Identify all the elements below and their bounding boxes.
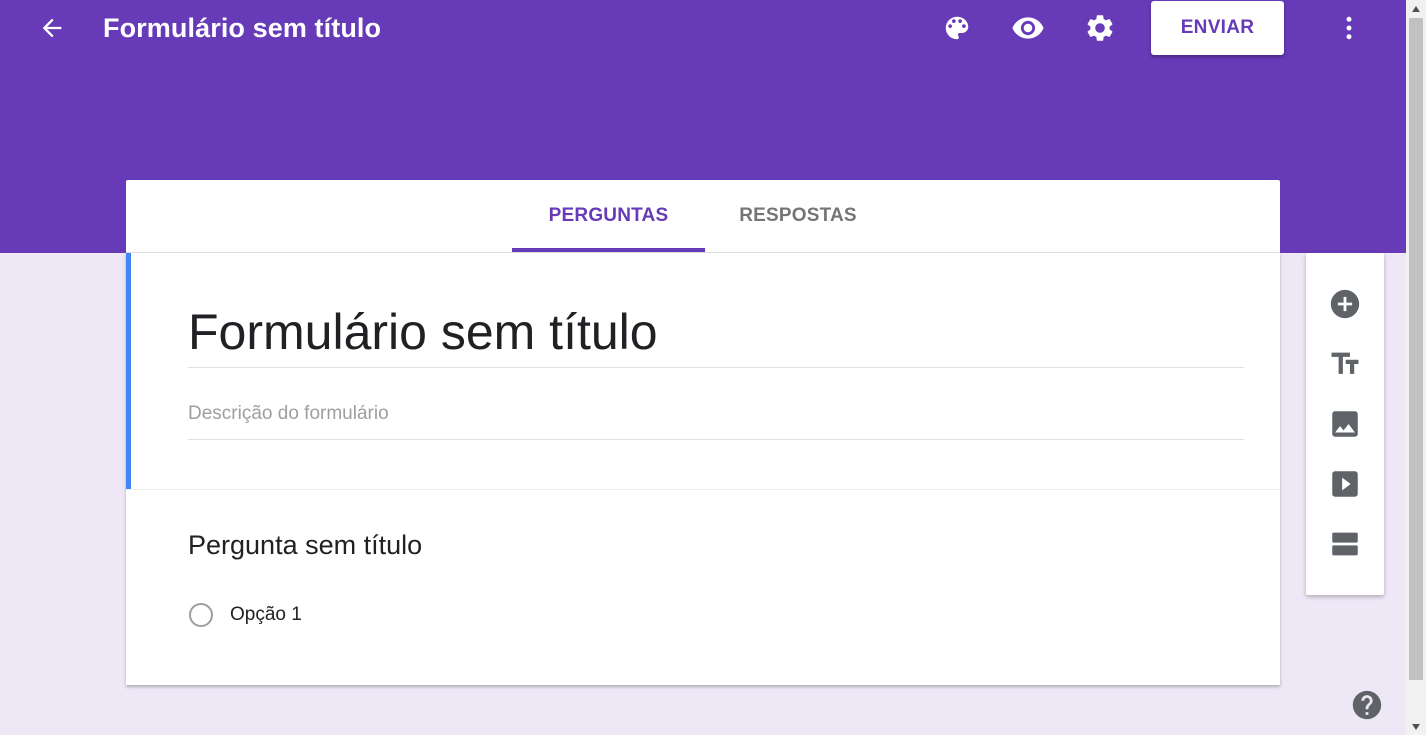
add-question-button[interactable] — [1326, 285, 1364, 323]
form-title-input[interactable]: Formulário sem título — [188, 303, 1244, 368]
add-section-button[interactable] — [1326, 525, 1364, 563]
preview-button[interactable] — [1010, 10, 1046, 46]
add-video-icon — [1332, 471, 1358, 497]
help-icon — [1352, 690, 1382, 720]
form-header-section[interactable]: Formulário sem título Descrição do formu… — [126, 253, 1280, 489]
customize-theme-button[interactable] — [939, 10, 975, 46]
add-section-icon — [1332, 532, 1358, 556]
help-button[interactable] — [1350, 688, 1384, 722]
more-vert-icon — [1346, 16, 1352, 40]
tab-respostas[interactable]: RESPOSTAS — [705, 180, 891, 252]
add-question-icon — [1330, 289, 1360, 319]
scroll-up-arrow[interactable] — [1406, 0, 1426, 17]
back-arrow-icon — [42, 18, 62, 38]
add-video-button[interactable] — [1326, 465, 1364, 503]
caret-up-icon — [1412, 5, 1420, 12]
add-title-button[interactable] — [1326, 345, 1364, 383]
scrollbar-thumb[interactable] — [1409, 18, 1423, 680]
option-label[interactable]: Opção 1 — [230, 604, 302, 626]
form-card: Formulário sem título Descrição do formu… — [126, 253, 1280, 685]
add-title-icon — [1331, 352, 1359, 374]
question-title[interactable]: Pergunta sem título — [188, 530, 422, 561]
add-image-button[interactable] — [1326, 405, 1364, 443]
more-options-button[interactable] — [1332, 10, 1366, 46]
scroll-down-arrow[interactable] — [1406, 718, 1426, 735]
app-title: Formulário sem título — [103, 13, 382, 43]
tabs-bar: PERGUNTAS RESPOSTAS — [126, 180, 1280, 252]
eye-icon — [1012, 17, 1044, 39]
question-card[interactable]: Pergunta sem título Opção 1 — [126, 489, 1280, 685]
floating-toolbar — [1306, 253, 1384, 595]
gear-icon — [1087, 15, 1113, 41]
send-button[interactable]: ENVIAR — [1151, 1, 1284, 55]
caret-down-icon — [1412, 723, 1420, 730]
back-button[interactable] — [34, 10, 70, 46]
settings-button[interactable] — [1082, 10, 1118, 46]
option-radio[interactable] — [189, 603, 213, 627]
form-description-input[interactable]: Descrição do formulário — [188, 403, 1244, 440]
add-image-icon — [1332, 411, 1358, 437]
palette-icon — [945, 16, 969, 40]
vertical-scrollbar[interactable] — [1406, 0, 1426, 735]
tab-perguntas[interactable]: PERGUNTAS — [512, 180, 705, 252]
